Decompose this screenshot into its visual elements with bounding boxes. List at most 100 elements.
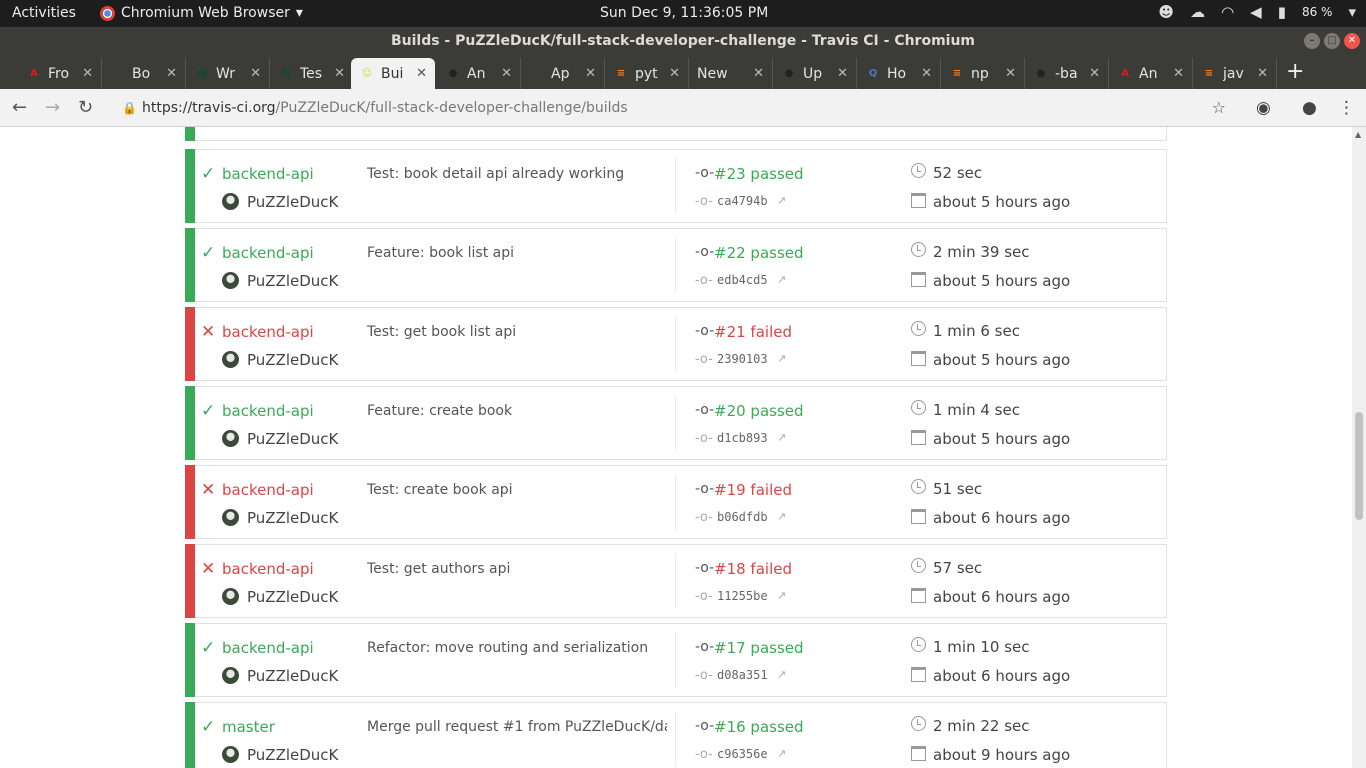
build-number-link[interactable]: #18 failed <box>714 560 792 578</box>
tab[interactable]: ≡ jav ✕ <box>1193 58 1277 89</box>
close-tab-icon[interactable]: ✕ <box>1257 66 1268 81</box>
minimize-button[interactable]: – <box>1304 33 1320 49</box>
external-link-icon[interactable]: ↗ <box>777 589 786 602</box>
branch-link[interactable]: backend-api <box>222 639 314 657</box>
branch-link[interactable]: backend-api <box>222 323 314 341</box>
tab[interactable]: ≡ np ✕ <box>941 58 1025 89</box>
scrollbar[interactable]: ▲ <box>1352 127 1366 768</box>
close-tab-icon[interactable]: ✕ <box>334 66 345 81</box>
cross-icon: ✕ <box>201 480 216 500</box>
commit-sha-link[interactable]: 2390103 <box>717 352 768 366</box>
build-number-link[interactable]: #16 passed <box>714 718 804 736</box>
volume-icon[interactable]: ◀ <box>1250 3 1262 21</box>
close-tab-icon[interactable]: ✕ <box>1005 66 1016 81</box>
tab[interactable]: A Fro ✕ <box>18 58 102 89</box>
tab[interactable]: dj Wr ✕ <box>186 58 270 89</box>
tab[interactable]: New T ✕ <box>689 58 773 89</box>
build-number-link[interactable]: #23 passed <box>714 165 804 183</box>
system-tray[interactable]: ☻ ☁ ◠ ◀ ▮ 86 % ▾ <box>1158 3 1356 21</box>
build-number-link[interactable]: #21 failed <box>714 323 792 341</box>
build-row[interactable]: ✓ backend-api PuZZleDucK Refactor: move rou… <box>185 623 1167 697</box>
divider <box>675 632 676 688</box>
commit-sha-link[interactable]: d1cb893 <box>717 431 768 445</box>
build-row-partial[interactable] <box>185 127 1167 141</box>
profile-icon[interactable]: ● <box>1302 98 1317 118</box>
bookmark-star-icon[interactable]: ☆ <box>1212 94 1226 122</box>
external-link-icon[interactable]: ↗ <box>777 668 786 681</box>
forward-button[interactable]: → <box>45 97 60 118</box>
app-menu[interactable]: Chromium Web Browser ▾ <box>100 5 303 21</box>
user-icon[interactable]: ☻ <box>1158 3 1174 21</box>
lock-icon[interactable]: 🔒 <box>122 94 137 122</box>
branch-link[interactable]: backend-api <box>222 244 314 262</box>
external-link-icon[interactable]: ↗ <box>777 431 786 444</box>
external-link-icon[interactable]: ↗ <box>777 510 786 523</box>
power-menu-icon[interactable]: ▾ <box>1348 3 1356 21</box>
branch-link[interactable]: backend-api <box>222 402 314 420</box>
close-tab-icon[interactable]: ✕ <box>416 66 427 81</box>
build-number-link[interactable]: #20 passed <box>714 402 804 420</box>
close-tab-icon[interactable]: ✕ <box>837 66 848 81</box>
commit-sha-link[interactable]: 11255be <box>717 589 768 603</box>
commit-sha-link[interactable]: b06dfdb <box>717 510 768 524</box>
close-tab-icon[interactable]: ✕ <box>1089 66 1100 81</box>
close-tab-icon[interactable]: ✕ <box>753 66 764 81</box>
battery-icon[interactable]: ▮ <box>1278 3 1286 21</box>
back-button[interactable]: ← <box>12 97 27 118</box>
branch-link[interactable]: backend-api <box>222 481 314 499</box>
update-icon[interactable]: ☁ <box>1190 3 1205 21</box>
commit-sha-link[interactable]: c96356e <box>717 747 768 761</box>
close-window-button[interactable]: ✕ <box>1344 33 1360 49</box>
branch-link[interactable]: backend-api <box>222 165 314 183</box>
build-row[interactable]: ✓ master PuZZleDucK Merge pull request #1 f… <box>185 702 1167 768</box>
tab[interactable]: Q Ho ✕ <box>857 58 941 89</box>
wifi-icon[interactable]: ◠ <box>1221 3 1234 21</box>
close-tab-icon[interactable]: ✕ <box>250 66 261 81</box>
close-tab-icon[interactable]: ✕ <box>585 66 596 81</box>
external-link-icon[interactable]: ↗ <box>777 194 786 207</box>
build-row[interactable]: ✓ backend-api PuZZleDucK Feature: book list… <box>185 228 1167 302</box>
extension-icon[interactable]: ◉ <box>1256 98 1271 118</box>
tab[interactable]: dj Tes ✕ <box>270 58 354 89</box>
maximize-button[interactable]: □ <box>1324 33 1340 49</box>
tab[interactable]: A An ✕ <box>1109 58 1193 89</box>
build-number-link[interactable]: #19 failed <box>714 481 792 499</box>
build-row[interactable]: ✕ backend-api PuZZleDucK Test: get book lis… <box>185 307 1167 381</box>
build-row[interactable]: ✓ backend-api PuZZleDucK Feature: create bo… <box>185 386 1167 460</box>
close-tab-icon[interactable]: ✕ <box>1173 66 1184 81</box>
close-tab-icon[interactable]: ✕ <box>501 66 512 81</box>
menu-kebab-icon[interactable]: ⋮ <box>1338 98 1355 118</box>
commit-sha-link[interactable]: ca4794b <box>717 194 768 208</box>
scrollbar-thumb[interactable] <box>1355 412 1363 520</box>
address-bar[interactable]: 🔒 https://travis-ci.org/PuZZleDucK/full-… <box>110 94 1240 122</box>
build-row[interactable]: ✕ backend-api PuZZleDucK Test: get authors … <box>185 544 1167 618</box>
commit-sha-link[interactable]: d08a351 <box>717 668 768 682</box>
calendar-icon <box>911 667 926 682</box>
external-link-icon[interactable]: ↗ <box>777 352 786 365</box>
tab[interactable]: ≡ pyt ✕ <box>605 58 689 89</box>
new-tab-button[interactable]: + <box>1286 59 1304 84</box>
clock[interactable]: Sun Dec 9, 11:36:05 PM <box>600 5 768 21</box>
tab[interactable]: ● -ba ✕ <box>1025 58 1109 89</box>
reload-button[interactable]: ↻ <box>78 97 93 118</box>
tab[interactable]: ● An ✕ <box>437 58 521 89</box>
close-tab-icon[interactable]: ✕ <box>921 66 932 81</box>
branch-link[interactable]: master <box>222 718 275 736</box>
close-tab-icon[interactable]: ✕ <box>669 66 680 81</box>
scroll-up-arrow[interactable]: ▲ <box>1355 130 1361 139</box>
tab[interactable]: ☺ Bui ✕ <box>351 58 435 89</box>
close-tab-icon[interactable]: ✕ <box>82 66 93 81</box>
build-row[interactable]: ✕ backend-api PuZZleDucK Test: create book … <box>185 465 1167 539</box>
activities-button[interactable]: Activities <box>12 5 76 21</box>
branch-link[interactable]: backend-api <box>222 560 314 578</box>
build-number-link[interactable]: #17 passed <box>714 639 804 657</box>
close-tab-icon[interactable]: ✕ <box>166 66 177 81</box>
tab[interactable]: Bo ✕ <box>102 58 186 89</box>
tab[interactable]: Ap ✕ <box>521 58 605 89</box>
build-row[interactable]: ✓ backend-api PuZZleDucK Test: book detail … <box>185 149 1167 223</box>
external-link-icon[interactable]: ↗ <box>777 747 786 760</box>
build-number-link[interactable]: #22 passed <box>714 244 804 262</box>
commit-sha-link[interactable]: edb4cd5 <box>717 273 768 287</box>
tab[interactable]: ● Up ✕ <box>773 58 857 89</box>
external-link-icon[interactable]: ↗ <box>777 273 786 286</box>
